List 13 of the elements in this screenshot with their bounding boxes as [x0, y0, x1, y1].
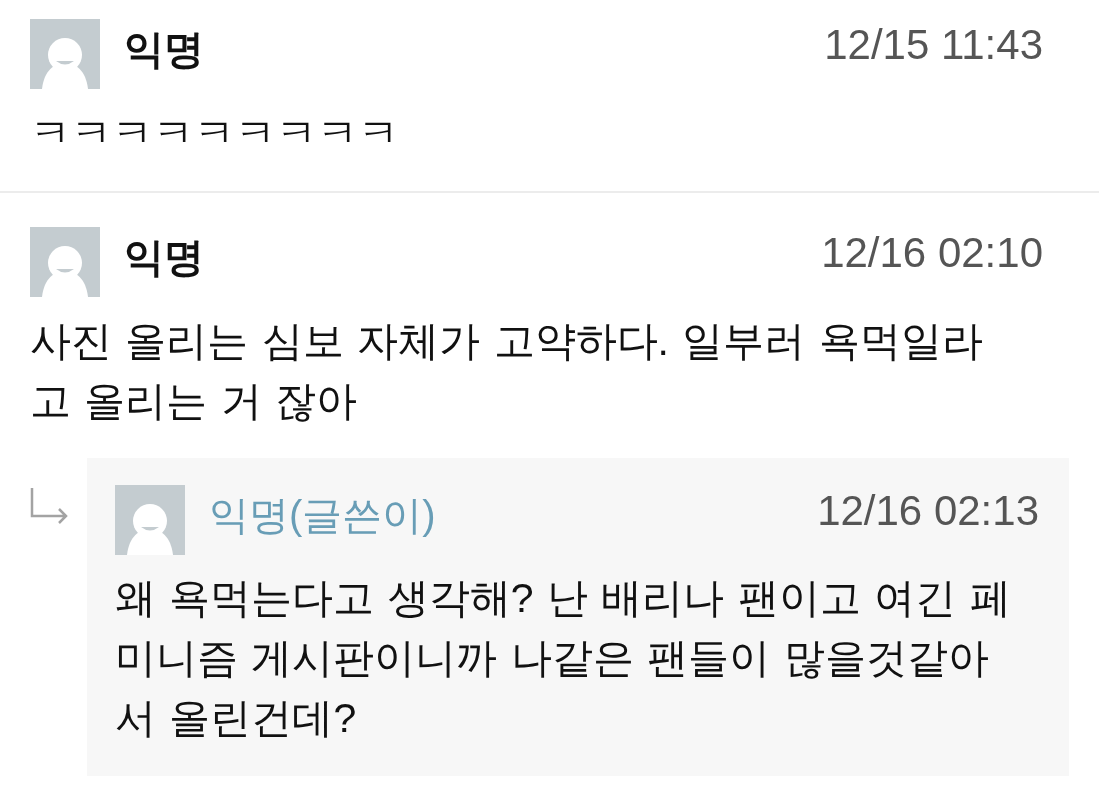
avatar-icon	[30, 19, 100, 89]
reply-text: 왜 욕먹는다고 생각해? 난 배리나 팬이고 여긴 페미니즘 게시판이니까 나같은 팬들이 많을것같아서 올린건데?	[115, 574, 1012, 743]
avatar-icon	[30, 227, 100, 297]
author-name: 익명	[124, 233, 204, 281]
comment-text: 사진 올리는 심보 자체가 고약하다. 일부러 욕먹일라고 올리는 거 잖아	[30, 317, 984, 426]
author-name: 익명(글쓴이)	[209, 491, 436, 539]
comment-time: 12/15 11:43	[824, 21, 1043, 69]
reply-arrow-icon	[30, 488, 70, 524]
comment-time: 12/16 02:10	[821, 229, 1043, 277]
avatar-icon	[115, 485, 185, 555]
author-name: 익명	[124, 25, 204, 73]
comment-time: 12/16 02:13	[817, 487, 1039, 535]
comment-text: ㅋㅋㅋㅋㅋㅋㅋㅋㅋ	[30, 109, 400, 158]
